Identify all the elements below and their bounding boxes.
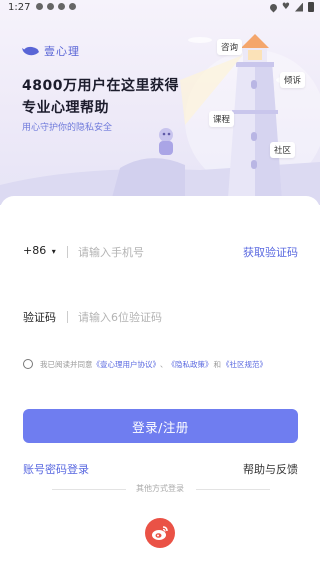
country-code: +86 [23, 244, 47, 257]
system-icons: ♥ [268, 2, 314, 12]
divider [196, 489, 270, 490]
code-label: 验证码 [23, 311, 56, 324]
account-password-login-link[interactable]: 账号密码登录 [23, 461, 89, 477]
get-code-button[interactable]: 获取验证码 [243, 244, 298, 260]
notification-icon [58, 3, 65, 10]
hero-headline-line1: 4800万用户在这里获得 [22, 78, 179, 94]
chip-community: 社区 [270, 142, 296, 158]
privacy-policy-link[interactable]: 《隐私政策》 [168, 359, 213, 370]
whale-logo-icon [22, 46, 39, 56]
code-input[interactable]: 请输入6位验证码 [78, 309, 162, 325]
hero-tagline: 用心守护你的隐私安全 [22, 123, 113, 133]
hero-headline-line2: 专业心理帮助 [22, 100, 109, 116]
chip-talk: 倾诉 [280, 72, 306, 88]
chevron-down-icon: ▾ [51, 247, 56, 256]
notification-icon [36, 3, 43, 10]
wifi-icon: ♥ [281, 2, 290, 12]
agreement-row: 我已阅读并同意 《壹心理用户协议》 、 《隐私政策》 和 《社区规范》 [23, 357, 267, 371]
chip-consult: 咨询 [217, 39, 243, 55]
community-rules-link[interactable]: 《社区规范》 [222, 359, 267, 370]
status-bar: 1:27 ♥ [0, 0, 320, 16]
weibo-login-button[interactable] [145, 518, 175, 548]
login-register-button[interactable]: 登录/注册 [23, 409, 298, 443]
agreement-checkbox[interactable] [23, 359, 33, 369]
agreement-and: 和 [213, 359, 222, 369]
agreement-sep: 、 [160, 359, 168, 369]
code-field[interactable]: 验证码 请输入6位验证码 [23, 307, 298, 327]
divider [67, 311, 68, 323]
notification-icons [36, 3, 76, 10]
other-login-divider: 其他方式登录 [0, 483, 320, 495]
chip-course: 课程 [209, 111, 235, 127]
location-icon [268, 2, 279, 12]
status-time: 1:27 [8, 2, 31, 13]
phone-input[interactable]: 请输入手机号 [78, 244, 144, 260]
weibo-icon [152, 526, 168, 540]
help-feedback-link[interactable]: 帮助与反馈 [243, 461, 298, 477]
user-agreement-link[interactable]: 《壹心理用户协议》 [93, 359, 161, 370]
hero-banner: 1:27 ♥ 壹心理 4800万用户在这里获得 专业心理帮助 用心守护你的隐私安… [0, 0, 320, 205]
country-code-selector[interactable]: +86 ▾ [23, 244, 56, 257]
divider [67, 246, 68, 258]
app-logo: 壹心理 [22, 43, 80, 59]
logo-text: 壹心理 [44, 45, 80, 58]
agreement-prefix: 我已阅读并同意 [40, 359, 93, 369]
phone-field[interactable]: +86 ▾ 请输入手机号 获取验证码 [23, 242, 298, 262]
notification-icon [69, 3, 76, 10]
notification-icon [47, 3, 54, 10]
other-login-label: 其他方式登录 [136, 484, 184, 493]
battery-icon [308, 2, 314, 12]
signal-icon [295, 2, 303, 12]
